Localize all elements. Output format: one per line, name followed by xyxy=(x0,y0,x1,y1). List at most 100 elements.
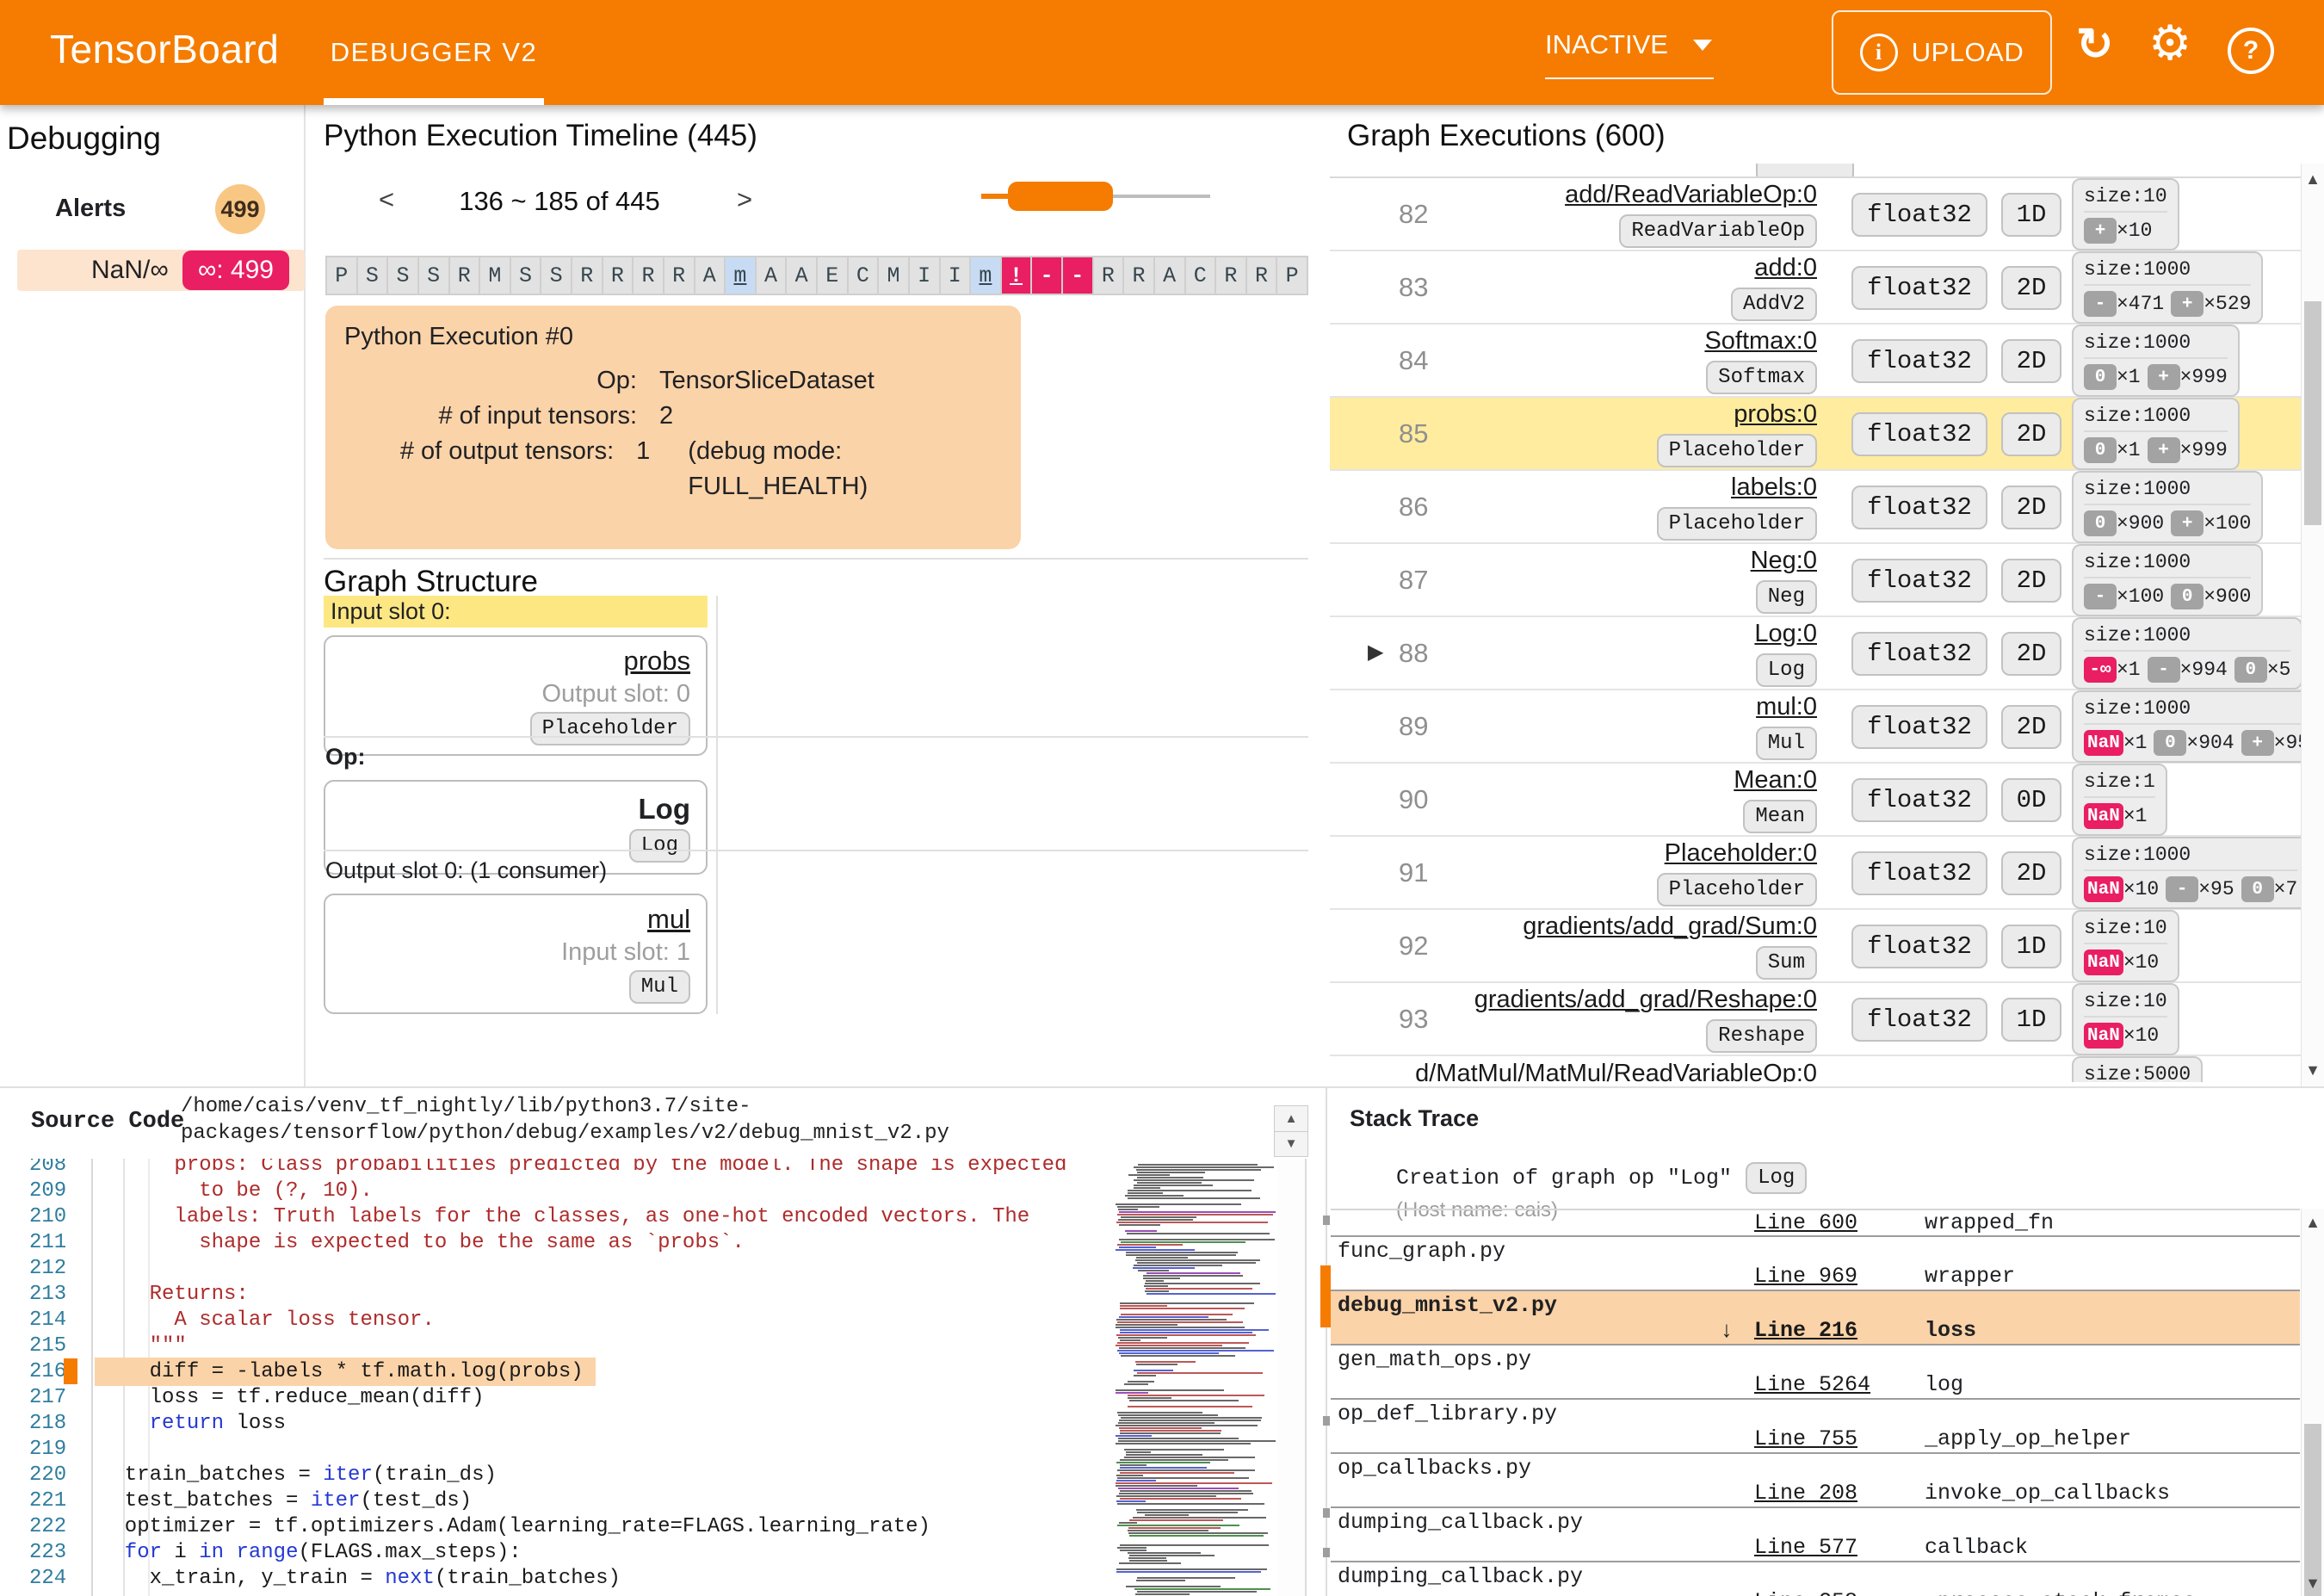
timeline-tile[interactable]: S xyxy=(418,257,448,294)
code-line[interactable]: 216 diff = -labels * tf.math.log(probs) xyxy=(0,1357,1109,1386)
timeline-tile[interactable]: R xyxy=(603,257,633,294)
timeline-tile[interactable]: A xyxy=(1154,257,1184,294)
graph-execution-row[interactable]: ▶ 88 Log:0 Log float32 2D size:1000 -∞ ×1- ×994 0 ×… xyxy=(1330,617,2302,690)
stack-frame[interactable]: func_graph.py Line 969 wrapper xyxy=(1331,1237,2300,1291)
scroll-up-icon[interactable]: ▲ xyxy=(2302,170,2324,189)
scroll-up-icon[interactable]: ▲ xyxy=(1275,1106,1307,1132)
line-number[interactable]: 217 xyxy=(0,1386,90,1409)
stack-frame-line-link[interactable]: Line 208 xyxy=(1754,1481,1857,1506)
line-number[interactable]: 219 xyxy=(0,1438,90,1461)
timeline-tile[interactable]: I xyxy=(940,257,970,294)
stack-frame[interactable]: gen_math_ops.py Line 5264 log xyxy=(1331,1345,2300,1400)
timeline-tile[interactable]: A xyxy=(787,257,816,294)
tensor-name-link[interactable]: labels:0 xyxy=(1731,473,1817,502)
stack-frame-line-link[interactable]: Line 258 xyxy=(1754,1589,1857,1596)
code-line[interactable]: 222 optimizer = tf.optimizers.Adam(learn… xyxy=(0,1513,1109,1539)
stack-frame[interactable]: dumping_callback.py Line 258 _process_stac… xyxy=(1331,1562,2300,1596)
code-line[interactable]: 213 Returns: xyxy=(0,1281,1109,1307)
timeline-tile[interactable]: C xyxy=(1185,257,1215,294)
tensor-name-link[interactable]: d/MatMul/MatMul/ReadVariableOp:0 xyxy=(1415,1060,1817,1082)
tensor-name-link[interactable]: Softmax:0 xyxy=(1704,327,1817,356)
timeline-tile[interactable]: E xyxy=(818,257,847,294)
line-number[interactable]: 210 xyxy=(0,1205,90,1228)
stack-frame[interactable]: op_callbacks.py Line 208 invoke_op_callbac… xyxy=(1331,1454,2300,1508)
line-number[interactable]: 213 xyxy=(0,1283,90,1306)
graph-execution-row[interactable]: 86 labels:0 Placeholder float32 2D size:1000 0… xyxy=(1330,471,2302,544)
line-number[interactable]: 214 xyxy=(0,1308,90,1332)
timeline-tile[interactable]: - xyxy=(1063,257,1092,294)
graph-execution-row[interactable]: 91 Placeholder:0 Placeholder float32 2D size:… xyxy=(1330,837,2302,910)
line-number[interactable]: 222 xyxy=(0,1515,90,1538)
line-number[interactable]: 212 xyxy=(0,1257,90,1280)
stack-frame-line-link[interactable]: Line 5264 xyxy=(1754,1372,1870,1397)
graph-execution-row[interactable]: 89 mul:0 Mul float32 2D size:1000 NaN ×1 0 ×904 + ×… xyxy=(1330,690,2302,764)
tensor-name-link[interactable]: gradients/add_grad/Reshape:0 xyxy=(1474,986,1817,1014)
graph-execution-row[interactable]: 93 gradients/add_grad/Reshape:0 Reshape flo… xyxy=(1330,983,2302,1056)
timeline-tile[interactable]: R xyxy=(1124,257,1153,294)
timeline-tile[interactable]: S xyxy=(541,257,571,294)
stack-frame-line-link[interactable]: Line 216 xyxy=(1754,1318,1857,1343)
timeline-tile[interactable]: I xyxy=(909,257,939,294)
graph-execution-row[interactable]: 82 add/ReadVariableOp:0 ReadVariableOp floa… xyxy=(1330,178,2302,251)
graph-execution-row[interactable]: 85 probs:0 Placeholder float32 2D size:1000 0 ×… xyxy=(1330,398,2302,471)
scroll-down-icon[interactable]: ▼ xyxy=(1275,1132,1307,1157)
tensor-name-link[interactable]: Mean:0 xyxy=(1734,766,1817,795)
consumer-op-name-link[interactable]: mul xyxy=(647,904,690,935)
code-line[interactable]: 214 A scalar loss tensor. xyxy=(0,1307,1109,1333)
line-number[interactable]: 215 xyxy=(0,1334,90,1358)
stack-frame-line-link[interactable]: Line 755 xyxy=(1754,1426,1857,1451)
timeline-tile[interactable]: M xyxy=(480,257,510,294)
timeline-tile[interactable]: S xyxy=(388,257,417,294)
scroll-down-icon[interactable]: ▼ xyxy=(2302,1061,2324,1079)
scroll-up-icon[interactable]: ▲ xyxy=(2302,1214,2324,1232)
stack-frame[interactable]: Line 600 wrapped_fn xyxy=(1331,1210,2300,1237)
timeline-tile[interactable]: S xyxy=(510,257,541,294)
stack-frame-line-link[interactable]: Line 577 xyxy=(1754,1535,1857,1560)
timeline-tile[interactable]: R xyxy=(1093,257,1123,294)
code-line[interactable]: 212 xyxy=(0,1255,1109,1281)
line-number[interactable]: 224 xyxy=(0,1567,90,1590)
timeline-tile[interactable]: R xyxy=(572,257,602,294)
refresh-icon[interactable]: ↻ xyxy=(2076,22,2114,67)
scrollbar-thumb[interactable] xyxy=(2304,301,2321,525)
tensor-name-link[interactable]: add:0 xyxy=(1754,254,1817,282)
stack-trace-scrollbar[interactable]: ▲ ▼ xyxy=(2301,1209,2324,1596)
line-number[interactable]: 223 xyxy=(0,1541,90,1564)
line-number[interactable]: 209 xyxy=(0,1179,90,1203)
code-line[interactable]: 220 train_batches = iter(train_ds) xyxy=(0,1462,1109,1488)
timeline-tile[interactable]: R xyxy=(1216,257,1245,294)
stack-frame[interactable]: op_def_library.py Line 755 _apply_op_helpe… xyxy=(1331,1400,2300,1454)
code-line[interactable]: 209 to be (?, 10). xyxy=(0,1178,1109,1203)
timeline-slider[interactable] xyxy=(981,174,1210,219)
code-line[interactable]: 210 labels: Truth labels for the classes… xyxy=(0,1203,1109,1229)
tab-debugger-v2[interactable]: DEBUGGER V2 xyxy=(324,0,544,105)
stack-frame[interactable]: dumping_callback.py Line 577 callback xyxy=(1331,1508,2300,1562)
line-number[interactable]: 221 xyxy=(0,1489,90,1512)
timeline-tile[interactable]: P xyxy=(1277,257,1307,294)
stack-frame-line-link[interactable]: Line 600 xyxy=(1754,1210,1857,1235)
timeline-tile[interactable]: M xyxy=(879,257,908,294)
timeline-tile[interactable]: P xyxy=(327,257,356,294)
slider-thumb[interactable] xyxy=(1008,182,1113,211)
tensor-name-link[interactable]: probs:0 xyxy=(1734,400,1817,429)
consumer-op-card[interactable]: mul Input slot: 1 Mul xyxy=(324,894,708,1014)
run-status-dropdown[interactable]: INACTIVE xyxy=(1545,29,1714,79)
line-number[interactable]: 211 xyxy=(0,1231,90,1254)
scroll-down-icon[interactable]: ▼ xyxy=(2302,1574,2324,1593)
timeline-tile[interactable]: S xyxy=(357,257,387,294)
code-line[interactable]: 218 return loss xyxy=(0,1410,1109,1436)
timeline-tile[interactable]: R xyxy=(1246,257,1276,294)
stack-frame-line-link[interactable]: Line 969 xyxy=(1754,1264,1857,1289)
code-line[interactable]: 224 x_train, y_train = next(train_batche… xyxy=(0,1565,1109,1591)
graph-execution-row[interactable]: 83 add:0 AddV2 float32 2D size:1000 - ×471 + ×529 xyxy=(1330,251,2302,325)
alert-item-nan-inf[interactable]: NaN/∞ ∞: 499 xyxy=(17,250,305,291)
expand-arrow-icon[interactable]: ▶ xyxy=(1368,640,1383,665)
timeline-tile[interactable]: R xyxy=(664,257,694,294)
minimap-track[interactable] xyxy=(1277,1157,1307,1596)
timeline-tile[interactable]: - xyxy=(1032,257,1061,294)
timeline-tile[interactable]: A xyxy=(756,257,786,294)
code-line[interactable]: 219 xyxy=(0,1436,1109,1462)
line-number[interactable]: 218 xyxy=(0,1412,90,1435)
path-scroll-buttons[interactable]: ▲ ▼ xyxy=(1274,1105,1308,1157)
code-line[interactable]: 215 """ xyxy=(0,1333,1109,1358)
